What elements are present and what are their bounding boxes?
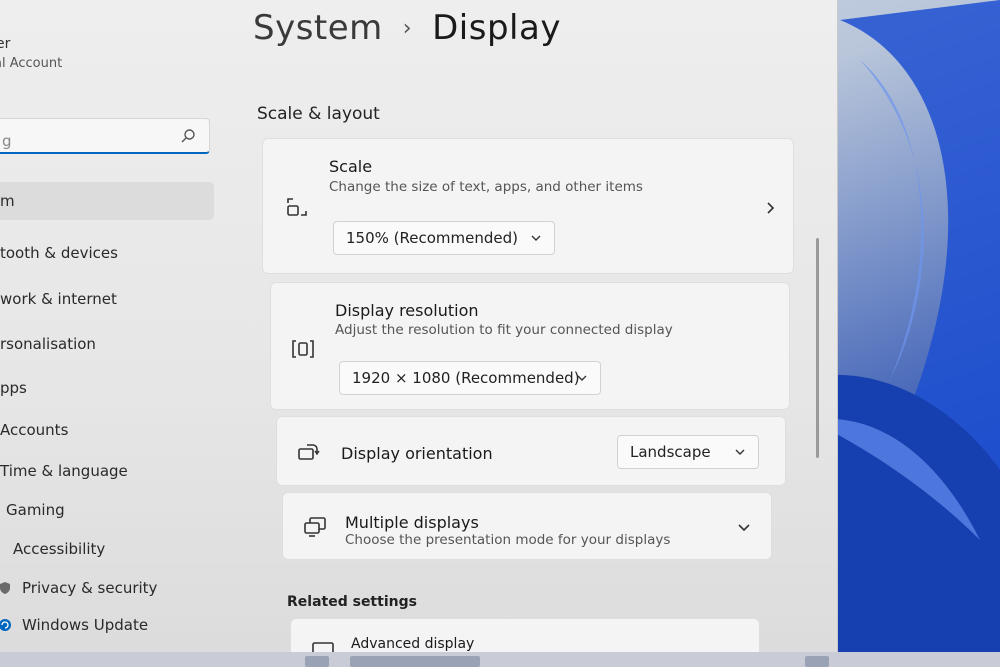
- resolution-title: Display resolution: [335, 301, 479, 320]
- sidebar-item-label: Privacy & security: [22, 579, 158, 597]
- sidebar-item-label: Gaming: [6, 501, 65, 519]
- breadcrumb-separator: ›: [402, 15, 413, 41]
- sidebar-item-label: Accounts: [0, 421, 69, 439]
- scale-icon: [287, 198, 307, 216]
- chevron-right-icon[interactable]: [763, 201, 777, 215]
- taskbar-search-box[interactable]: [350, 656, 480, 667]
- windows-update-icon: [0, 619, 11, 631]
- chevron-down-icon: [531, 235, 541, 241]
- sidebar-item-privacy-security[interactable]: Privacy & security: [0, 569, 157, 607]
- resolution-dropdown[interactable]: 1920 × 1080 (Recommended): [339, 361, 601, 395]
- sidebar-item-label: m: [0, 192, 15, 210]
- user-account-type: al Account: [0, 56, 63, 71]
- related-settings-title: Related settings: [287, 594, 417, 610]
- page-title: Display: [432, 8, 561, 48]
- monitor-icon: [312, 642, 334, 652]
- advanced-display-card[interactable]: Advanced display: [290, 618, 760, 652]
- display-resolution-card: Display resolution Adjust the resolution…: [270, 282, 790, 410]
- scale-subtitle: Change the size of text, apps, and other…: [329, 179, 643, 195]
- sidebar-item-system[interactable]: m: [0, 182, 214, 220]
- multiple-displays-title: Multiple displays: [345, 513, 479, 532]
- orientation-dropdown-value: Landscape: [630, 443, 711, 461]
- scale-card[interactable]: Scale Change the size of text, apps, and…: [262, 138, 794, 274]
- multiple-displays-icon: [304, 517, 326, 537]
- scale-title: Scale: [329, 157, 373, 176]
- orientation-title: Display orientation: [341, 444, 493, 463]
- multiple-displays-subtitle: Choose the presentation mode for your di…: [345, 532, 671, 548]
- search-placeholder: g: [2, 132, 12, 150]
- search-input[interactable]: [0, 118, 210, 154]
- chevron-down-icon: [735, 449, 745, 455]
- orientation-icon: [298, 444, 320, 460]
- sidebar-item-gaming[interactable]: Gaming: [6, 491, 65, 529]
- advanced-display-title: Advanced display: [351, 636, 475, 652]
- section-title-scale-layout: Scale & layout: [257, 104, 380, 124]
- sidebar-item-personalisation[interactable]: rsonalisation: [0, 325, 96, 363]
- chevron-down-icon[interactable]: [737, 520, 751, 534]
- sidebar-item-label: pps: [0, 379, 27, 397]
- sidebar-item-time-language[interactable]: Time & language: [0, 452, 128, 490]
- display-orientation-card: Display orientation Landscape: [276, 416, 786, 486]
- search-icon[interactable]: [180, 128, 196, 144]
- sidebar-item-bluetooth[interactable]: tooth & devices: [0, 234, 118, 272]
- resolution-icon: [292, 340, 314, 358]
- taskbar-app-icon[interactable]: [805, 656, 829, 667]
- multiple-displays-card[interactable]: Multiple displays Choose the presentatio…: [282, 492, 772, 560]
- sidebar-item-accessibility[interactable]: Accessibility: [13, 530, 105, 568]
- sidebar-item-label: Time & language: [0, 462, 128, 480]
- sidebar-item-network[interactable]: work & internet: [0, 280, 117, 318]
- taskbar: [0, 652, 1000, 667]
- breadcrumb: System › Display: [253, 8, 561, 48]
- sidebar: er al Account g m tooth & devices work &…: [0, 0, 230, 652]
- shield-icon: [0, 582, 10, 594]
- settings-window: er al Account g m tooth & devices work &…: [0, 0, 838, 652]
- sidebar-item-label: work & internet: [0, 290, 117, 308]
- chevron-down-icon: [577, 375, 587, 381]
- breadcrumb-parent[interactable]: System: [253, 8, 383, 48]
- sidebar-item-label: rsonalisation: [0, 335, 96, 353]
- orientation-dropdown[interactable]: Landscape: [617, 435, 759, 469]
- resolution-dropdown-value: 1920 × 1080 (Recommended): [352, 369, 580, 387]
- scale-dropdown[interactable]: 150% (Recommended): [333, 221, 555, 255]
- sidebar-item-label: Accessibility: [13, 540, 106, 558]
- scrollbar[interactable]: [816, 238, 819, 458]
- scale-dropdown-value: 150% (Recommended): [346, 229, 518, 247]
- sidebar-item-accounts[interactable]: Accounts: [0, 411, 68, 449]
- sidebar-item-apps[interactable]: pps: [0, 369, 27, 407]
- taskbar-start-button[interactable]: [305, 656, 329, 667]
- sidebar-item-label: tooth & devices: [0, 244, 118, 262]
- sidebar-item-windows-update[interactable]: Windows Update: [0, 606, 148, 644]
- resolution-subtitle: Adjust the resolution to fit your connec…: [335, 322, 673, 338]
- sidebar-item-label: Windows Update: [22, 616, 149, 634]
- user-name: er: [0, 36, 11, 52]
